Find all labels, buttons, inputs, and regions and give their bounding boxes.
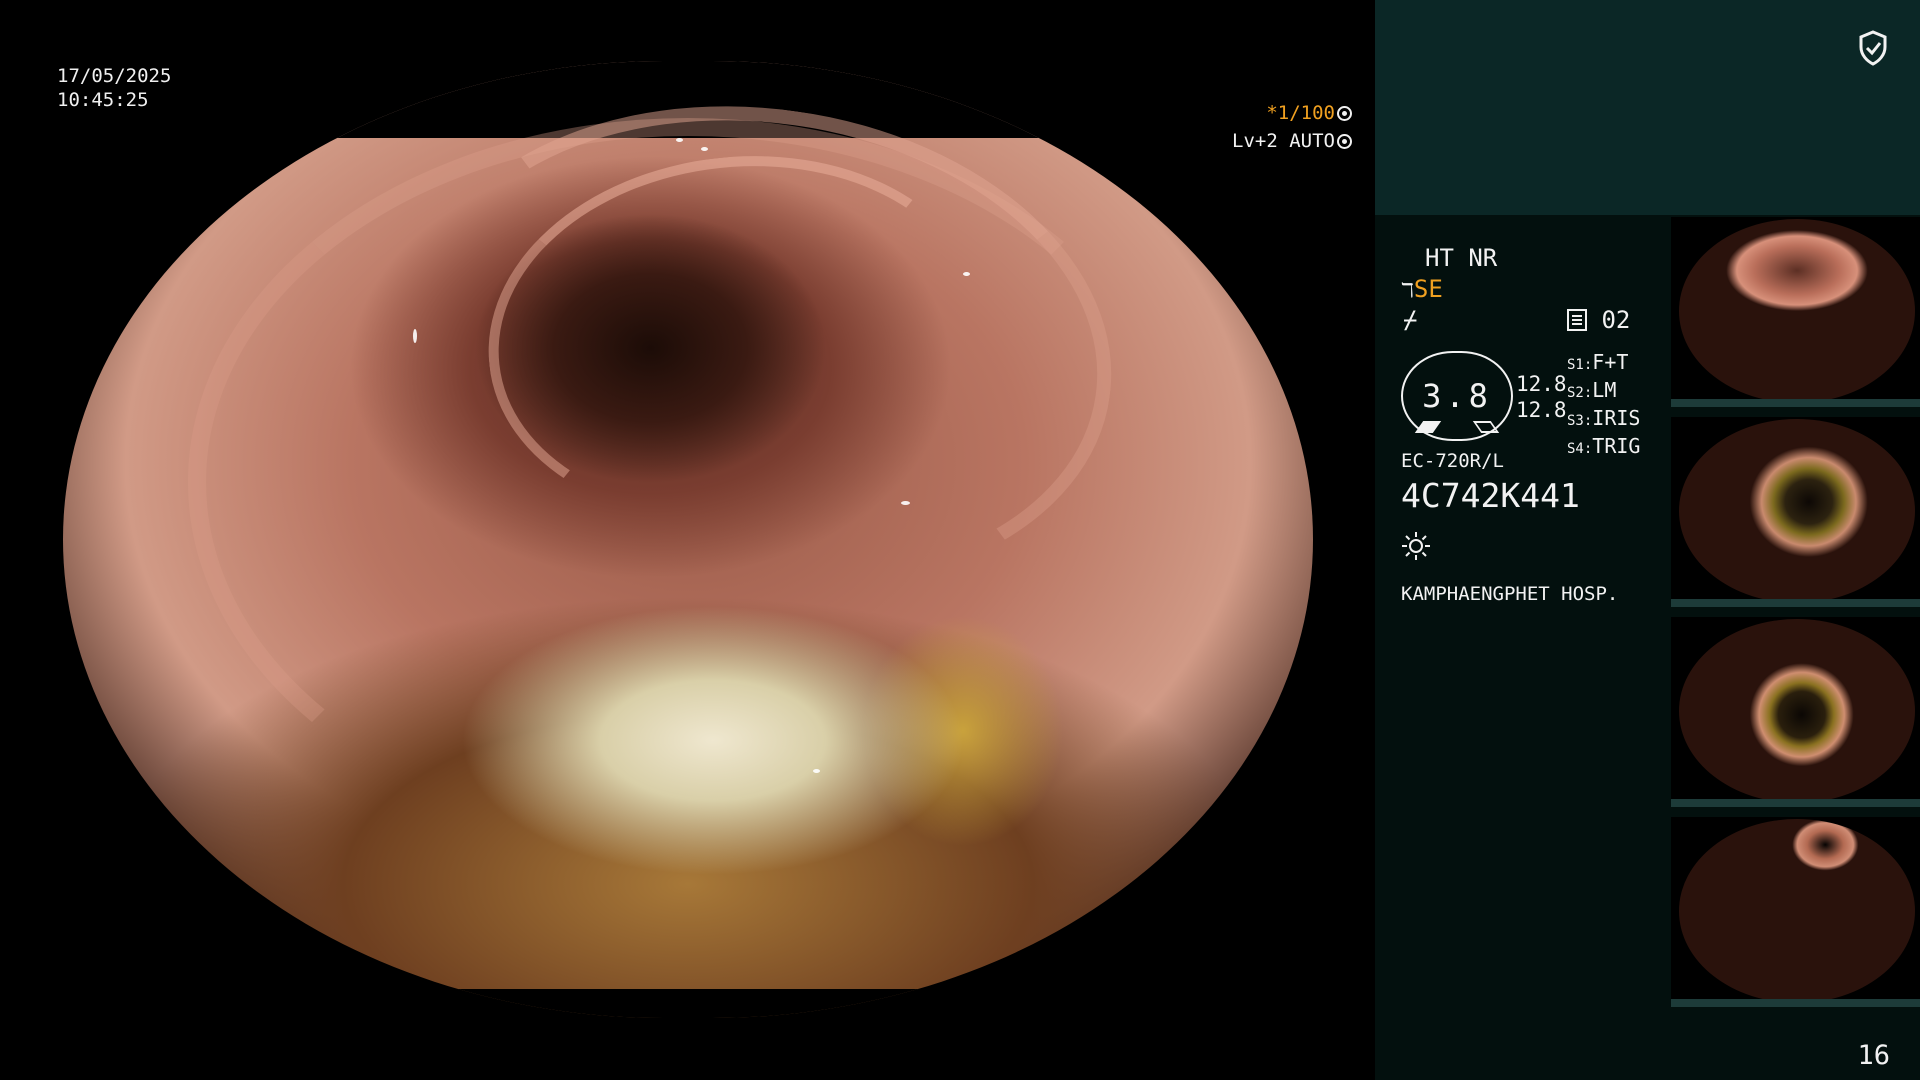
switch-row: S3:IRIS: [1567, 406, 1641, 430]
light-reflection: [963, 271, 970, 276]
panel-header: [1375, 0, 1920, 215]
memory-row: 02: [1567, 306, 1630, 334]
thumbnail-image: [1679, 819, 1915, 1003]
thumbnail-caption-bar: [1671, 799, 1920, 807]
scope-left-marker: [1414, 421, 1442, 433]
switch-row: S1:F+T: [1567, 350, 1629, 374]
time-text: 10:45:25: [57, 89, 149, 111]
scope-indicator: 3.8: [1401, 351, 1513, 441]
structure-enhance-icon: ℸ: [1401, 278, 1414, 302]
thumbnail-caption-bar: [1671, 999, 1920, 1007]
scale-top: 12.8: [1516, 372, 1567, 396]
main-endoscope-view: 17/05/2025 10:45:25 *1/100 Lv+2 AUTO: [0, 0, 1375, 1080]
memory-card-icon: [1567, 309, 1587, 331]
scale-bottom: 12.8: [1516, 398, 1567, 422]
switch-row: S4:TRIG: [1567, 434, 1641, 458]
switch-list: S1:F+T S2:LM S3:IRIS S4:TRIG: [1567, 350, 1640, 462]
light-reflection: [413, 328, 417, 343]
captured-thumbnail[interactable]: [1671, 817, 1920, 1007]
thumbnail-image: [1679, 419, 1915, 603]
date-text: 17/05/2025: [57, 65, 172, 87]
page-number: 16: [1857, 1040, 1890, 1071]
mode-line: HT NR: [1425, 244, 1498, 272]
hospital-name: KAMPHAENGPHET HOSP.: [1401, 583, 1619, 605]
thumbnail-image: [1679, 219, 1915, 403]
light-reflection: [700, 147, 708, 152]
freeze-icon: ⌿: [1403, 306, 1418, 334]
captured-thumbnail[interactable]: [1671, 617, 1920, 807]
info-side-panel: HT NR ℸSE ⌿ 02 3.8 12.8 12.8 S1:F+T S2:L…: [1375, 0, 1920, 1080]
scope-model: EC-720R/L: [1401, 450, 1504, 472]
aperture-icon: [1337, 106, 1352, 121]
captured-thumbnail[interactable]: [1671, 417, 1920, 607]
se-row: ℸSE: [1401, 275, 1443, 303]
captured-image-list: [1671, 215, 1920, 1015]
switch-row: S2:LM: [1567, 378, 1617, 402]
scope-right-marker: [1472, 421, 1500, 433]
exposure-info: *1/100 Lv+2 AUTO: [1232, 99, 1352, 155]
date-time-display: 17/05/2025 10:45:25: [57, 64, 171, 112]
thumbnail-caption-bar: [1671, 599, 1920, 607]
auto-mode-icon: [1337, 134, 1352, 149]
shield-check-icon: [1859, 30, 1887, 66]
scope-value: 3.8: [1422, 377, 1492, 415]
thumbnail-caption-bar: [1671, 399, 1920, 407]
se-label: SE: [1413, 275, 1443, 303]
light-reflection: [675, 137, 683, 142]
scope-serial: 4C742K441: [1401, 476, 1580, 515]
shutter-speed: *1/100: [1266, 102, 1335, 124]
endoscope-image: [63, 61, 1313, 1018]
memory-counter: 02: [1601, 306, 1631, 334]
light-level: Lv+2 AUTO: [1232, 130, 1335, 152]
sun-icon: [1402, 532, 1430, 560]
light-reflection: [900, 501, 910, 506]
captured-thumbnail[interactable]: [1671, 217, 1920, 407]
thumbnail-image: [1679, 619, 1915, 803]
